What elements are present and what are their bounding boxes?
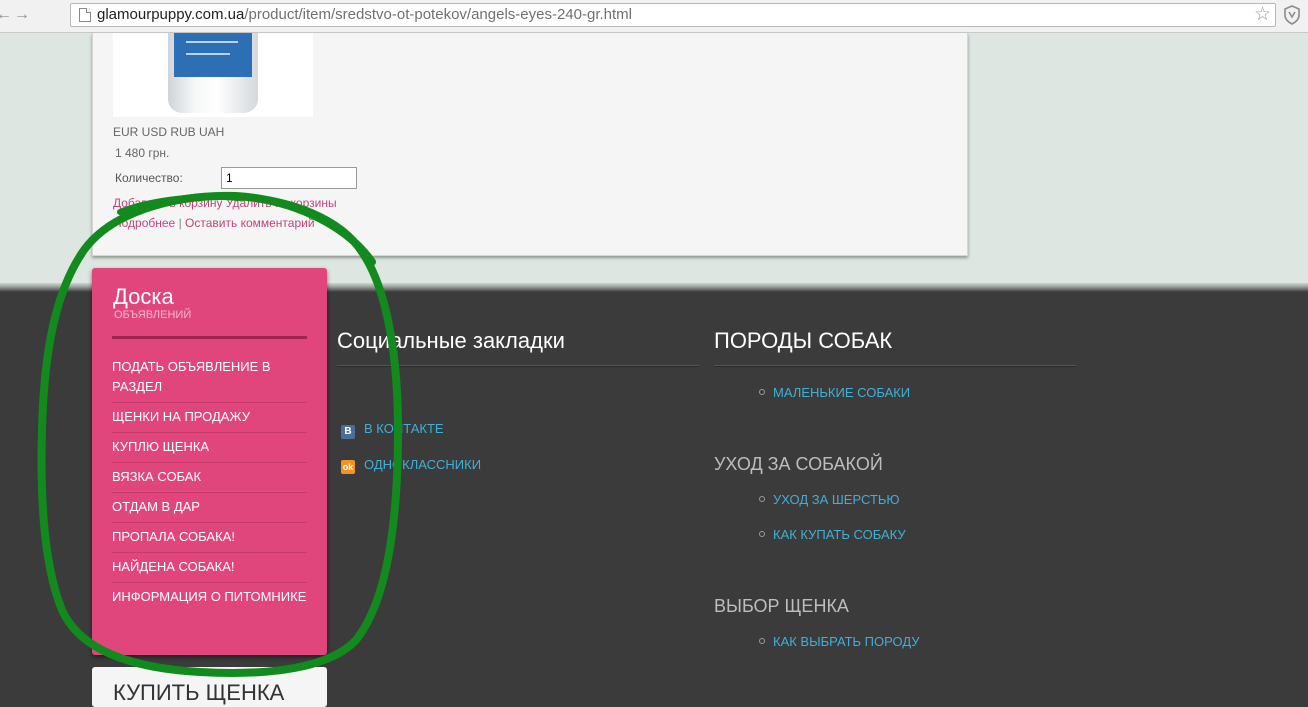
board-item-buy-puppy[interactable]: КУПЛЮ ЩЕНКА [112, 433, 307, 463]
remove-from-cart-link[interactable]: Удалить из корзины [226, 196, 337, 210]
board-item-submit-ad[interactable]: ПОДАТЬ ОБЪЯВЛЕНИЕ В РАЗДЕЛ [112, 353, 307, 403]
board-divider [112, 336, 307, 339]
shield-icon[interactable] [1283, 5, 1301, 25]
link-bathing[interactable]: КАК КУПАТЬ СОБАКУ [759, 527, 906, 542]
url-host: glamourpuppy.com.ua [97, 6, 245, 23]
board-item-give-away[interactable]: ОТДАМ В ДАР [112, 493, 307, 523]
currency-switcher[interactable]: EUR USD RUB UAH [113, 125, 224, 139]
link-choose-breed[interactable]: КАК ВЫБРАТЬ ПОРОДУ [759, 634, 920, 649]
add-to-cart-link[interactable]: Добавить в корзину [113, 196, 223, 210]
cart-links: Добавить в корзину Удалить из корзины [113, 196, 337, 210]
social-heading: Социальные закладки [337, 328, 565, 353]
back-icon[interactable]: ← [0, 6, 12, 24]
product-jar-picture [168, 33, 258, 113]
buy-puppy-title: КУПИТЬ ЩЕНКА [113, 680, 285, 705]
vk-label: В КОНТАКТЕ [364, 421, 444, 436]
browser-toolbar: ← → glamourpuppy.com.ua/product/item/sre… [0, 0, 1308, 33]
product-price: 1 480 грн. [115, 146, 170, 160]
bookmark-star-icon[interactable]: ☆ [1254, 5, 1271, 25]
board-item-dog-lost[interactable]: ПРОПАЛА СОБАКА! [112, 523, 307, 553]
product-jar-label [174, 33, 252, 77]
odnoklassniki-link[interactable]: ok ОДНОКЛАССНИКИ [341, 457, 481, 474]
forward-icon[interactable]: → [14, 6, 30, 24]
address-bar[interactable]: glamourpuppy.com.ua/product/item/sredstv… [70, 3, 1276, 27]
board-menu: ПОДАТЬ ОБЪЯВЛЕНИЕ В РАЗДЕЛ ЩЕНКИ НА ПРОД… [112, 353, 307, 612]
quantity-input[interactable] [221, 167, 357, 189]
odnoklassniki-icon: ok [341, 460, 355, 474]
board-item-puppies-for-sale[interactable]: ЩЕНКИ НА ПРОДАЖУ [112, 403, 307, 433]
details-link[interactable]: Подробнее [113, 216, 175, 230]
leave-comment-link[interactable]: Оставить комментарий [185, 216, 315, 230]
odnoklassniki-label: ОДНОКЛАССНИКИ [364, 457, 482, 472]
breeds-heading: ПОРОДЫ СОБАК [714, 328, 893, 353]
product-image[interactable] [113, 33, 313, 117]
board-item-dog-found[interactable]: НАЙДЕНА СОБАКА! [112, 553, 307, 583]
puppy-choice-heading: ВЫБОР ЩЕНКА [714, 596, 849, 616]
vk-icon: B [341, 425, 355, 439]
board-item-kennel-info[interactable]: ИНФОРМАЦИЯ О ПИТОМНИКЕ [112, 583, 307, 612]
url-path: /product/item/sredstvo-ot-potekov/angels… [244, 6, 632, 23]
link-small-dogs[interactable]: МАЛЕНЬКИЕ СОБАКИ [759, 385, 910, 400]
link-separator: | [178, 216, 182, 230]
detail-links: Подробнее | Оставить комментарий [113, 216, 315, 230]
board-subtitle: ОБЪЯВЛЕНИЙ [114, 309, 192, 321]
board-title: Доска [113, 284, 174, 309]
social-heading-rule [337, 365, 699, 367]
url-text[interactable]: glamourpuppy.com.ua/product/item/sredstv… [97, 6, 632, 23]
page-icon [79, 8, 91, 22]
board-item-dog-mating[interactable]: ВЯЗКА СОБАК [112, 463, 307, 493]
breeds-heading-rule [714, 365, 1076, 367]
quantity-label: Количество: [115, 171, 183, 185]
link-coat-care[interactable]: УХОД ЗА ШЕРСТЬЮ [759, 492, 900, 507]
care-heading: УХОД ЗА СОБАКОЙ [714, 454, 883, 474]
vk-link[interactable]: B В КОНТАКТЕ [341, 421, 444, 439]
